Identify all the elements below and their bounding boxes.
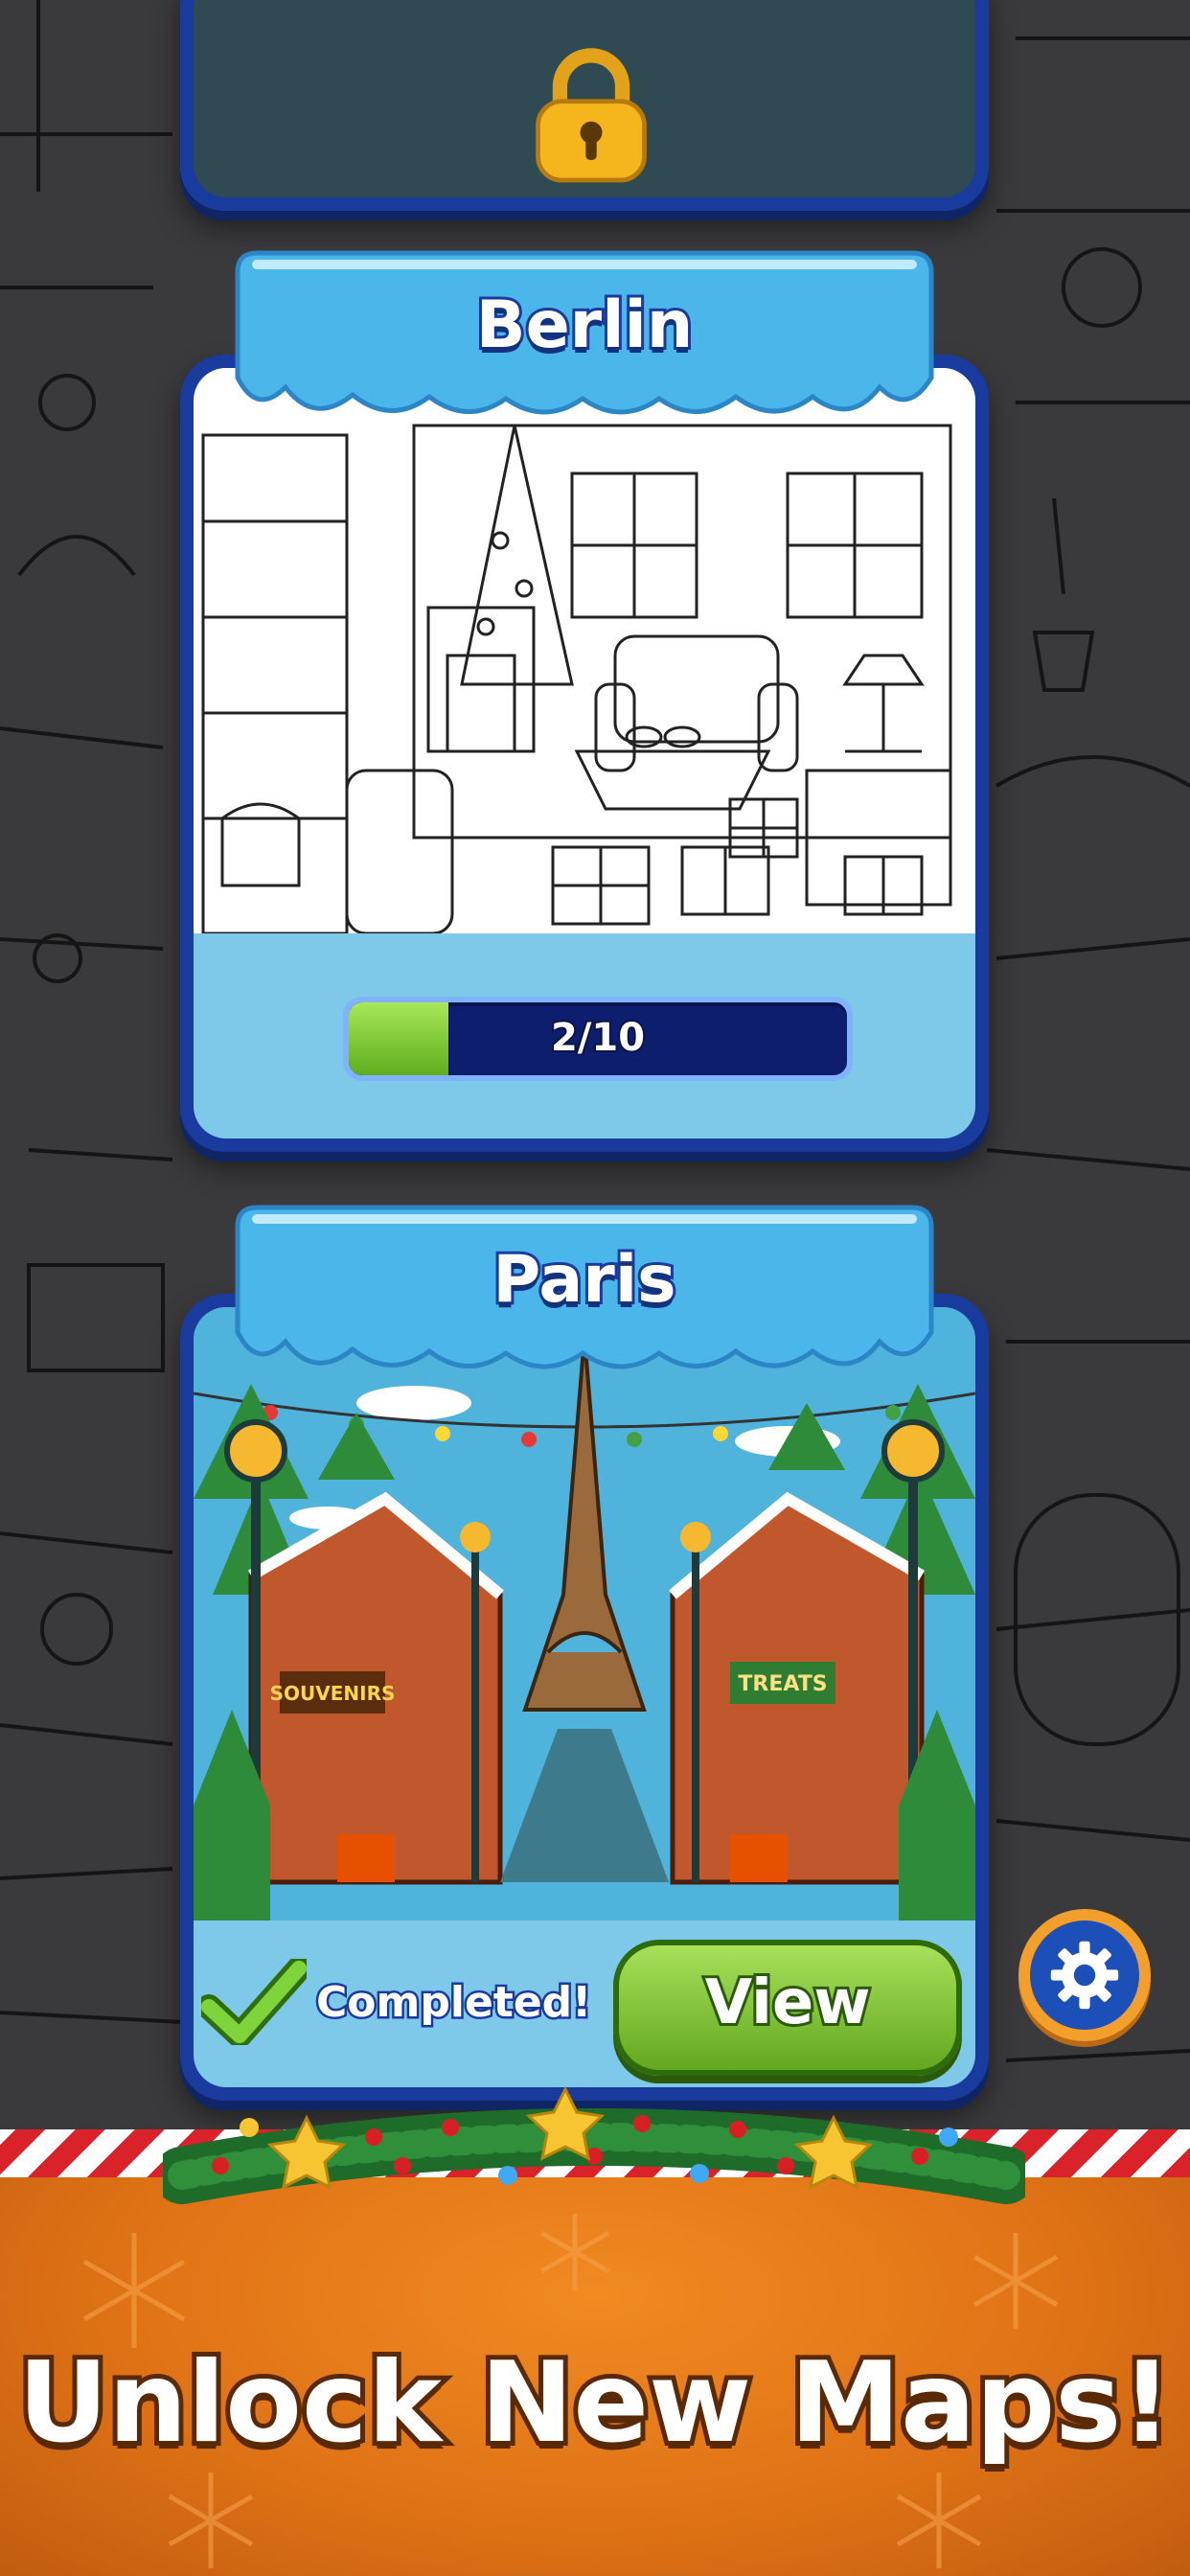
treats-sign: TREATS	[738, 1672, 827, 1696]
souvenirs-sign: SOUVENIRS	[270, 1682, 396, 1705]
christmas-garland	[163, 2085, 1025, 2204]
locked-map-card[interactable]	[180, 0, 989, 211]
settings-button[interactable]	[1018, 1909, 1151, 2041]
gear-icon	[1050, 1941, 1119, 2010]
completed-label: Completed!	[313, 1975, 593, 2029]
map-title-banner: Paris	[218, 1198, 950, 1380]
map-progress-bar: 2/10	[343, 997, 853, 1081]
berlin-coloring-illustration	[194, 368, 975, 933]
map-title-banner: Berlin	[218, 243, 950, 426]
progress-label: 2/10	[549, 1014, 647, 1062]
completed-status: Completed!	[201, 1959, 594, 2045]
map-title-berlin: Berlin	[473, 285, 697, 366]
map-card-berlin[interactable]: 2/10 Berlin	[180, 250, 989, 1152]
map-title-paris: Paris	[490, 1239, 678, 1321]
view-button[interactable]: View	[613, 1940, 962, 2076]
paris-market-illustration: SOUVENIRS TREATS	[194, 1307, 975, 1920]
checkmark-icon	[201, 1959, 307, 2045]
lock-icon	[536, 48, 647, 183]
promo-headline: Unlock New Maps!	[13, 2334, 1178, 2472]
